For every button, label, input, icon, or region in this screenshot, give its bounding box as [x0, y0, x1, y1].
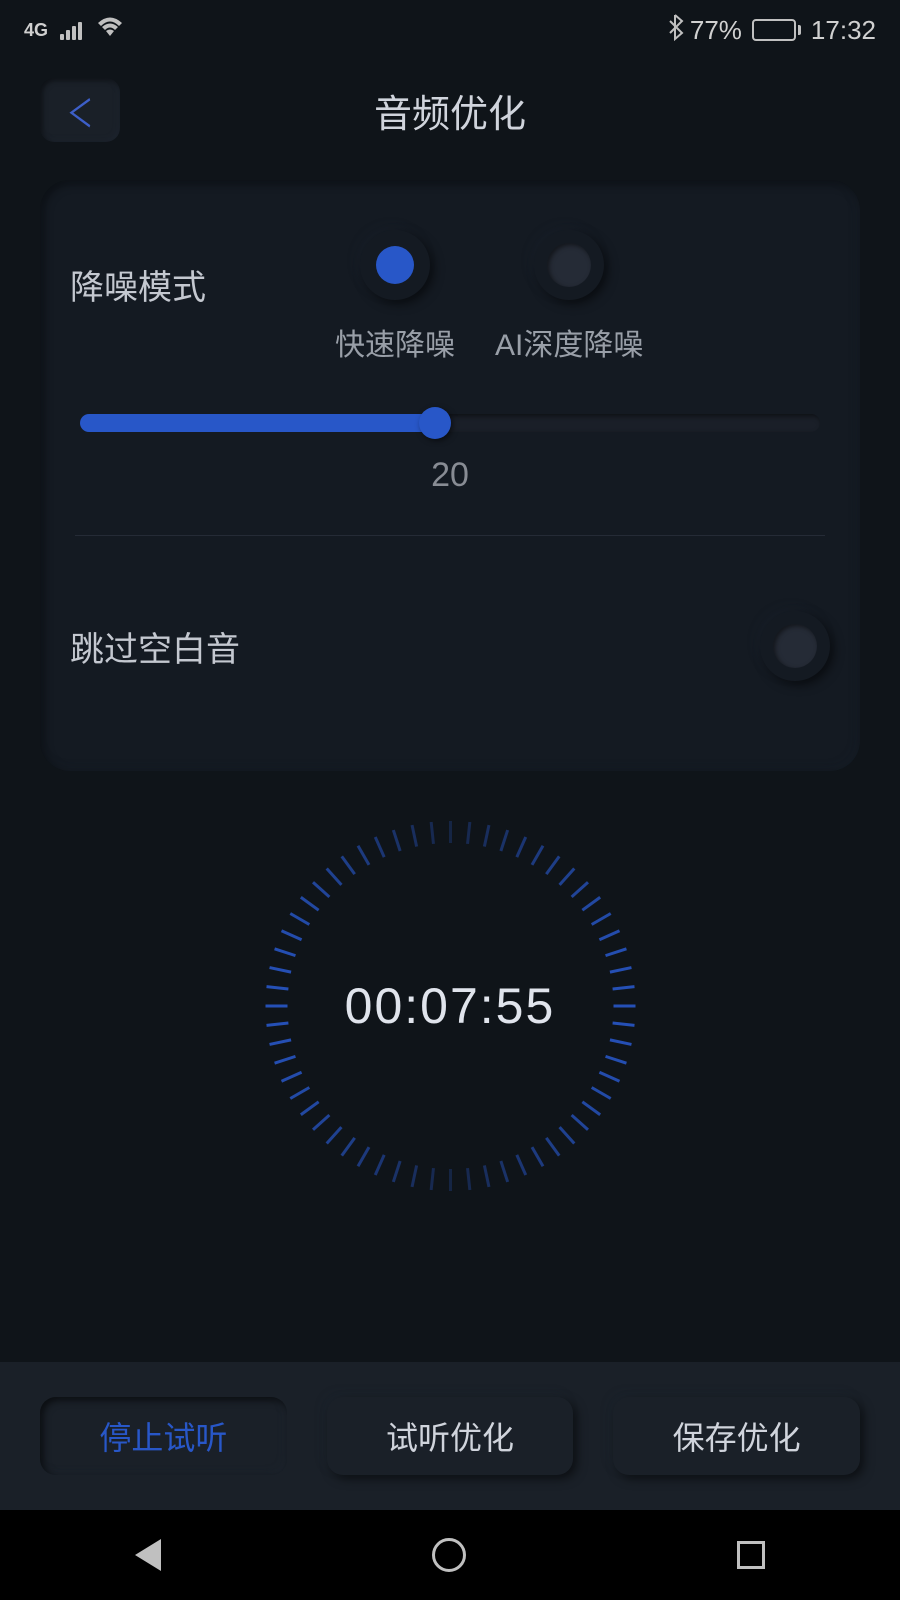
- radio-fast-noise[interactable]: 快速降噪: [335, 230, 455, 364]
- wifi-icon: [96, 16, 124, 45]
- radio-fast-label: 快速降噪: [335, 320, 455, 364]
- status-time: 17:32: [811, 15, 876, 46]
- skip-silence-label: 跳过空白音: [70, 622, 240, 671]
- noise-mode-label: 降噪模式: [70, 230, 300, 309]
- skip-silence-section: 跳过空白音: [70, 576, 830, 711]
- slider-thumb[interactable]: [419, 407, 451, 439]
- radio-ai-noise[interactable]: AI深度降噪: [495, 230, 643, 364]
- noise-slider[interactable]: 20: [80, 414, 820, 495]
- network-4g-label: 4G: [24, 20, 48, 41]
- radio-ai-label: AI深度降噪: [495, 320, 643, 364]
- bottom-action-bar: 停止试听 试听优化 保存优化: [0, 1362, 900, 1510]
- header: ＜ 音频优化: [0, 60, 900, 160]
- status-bar: 4G 77% 17:32: [0, 0, 900, 60]
- radio-circle-selected: [360, 230, 430, 300]
- battery-percent: 77%: [690, 15, 742, 46]
- back-button[interactable]: ＜: [40, 78, 120, 142]
- preview-button[interactable]: 试听优化: [327, 1397, 574, 1475]
- status-right: 77% 17:32: [666, 13, 876, 48]
- battery-icon: [752, 19, 801, 41]
- timer-container: 00:07:55: [0, 821, 900, 1191]
- nav-recent-icon[interactable]: [737, 1541, 765, 1569]
- noise-mode-options: 快速降噪 AI深度降噪: [300, 230, 830, 364]
- status-left: 4G: [24, 16, 124, 45]
- signal-icon: [60, 20, 82, 40]
- android-nav-bar: [0, 1510, 900, 1600]
- slider-fill: [80, 414, 435, 432]
- save-button[interactable]: 保存优化: [613, 1397, 860, 1475]
- skip-silence-toggle[interactable]: [760, 611, 830, 681]
- page-title: 音频优化: [374, 83, 526, 138]
- slider-value: 20: [80, 456, 820, 495]
- chevron-left-icon: ＜: [67, 83, 94, 138]
- settings-card: 降噪模式 快速降噪 AI深度降噪 20 跳过空白音: [40, 180, 860, 771]
- bluetooth-icon: [666, 13, 684, 48]
- slider-track: [80, 414, 820, 432]
- radio-circle-unselected: [534, 230, 604, 300]
- nav-home-icon[interactable]: [432, 1538, 466, 1572]
- divider: [75, 535, 825, 536]
- timer-dial: 00:07:55: [265, 821, 635, 1191]
- noise-reduction-section: 降噪模式 快速降噪 AI深度降噪: [70, 230, 830, 364]
- nav-back-icon[interactable]: [135, 1539, 161, 1571]
- stop-preview-button[interactable]: 停止试听: [40, 1397, 287, 1475]
